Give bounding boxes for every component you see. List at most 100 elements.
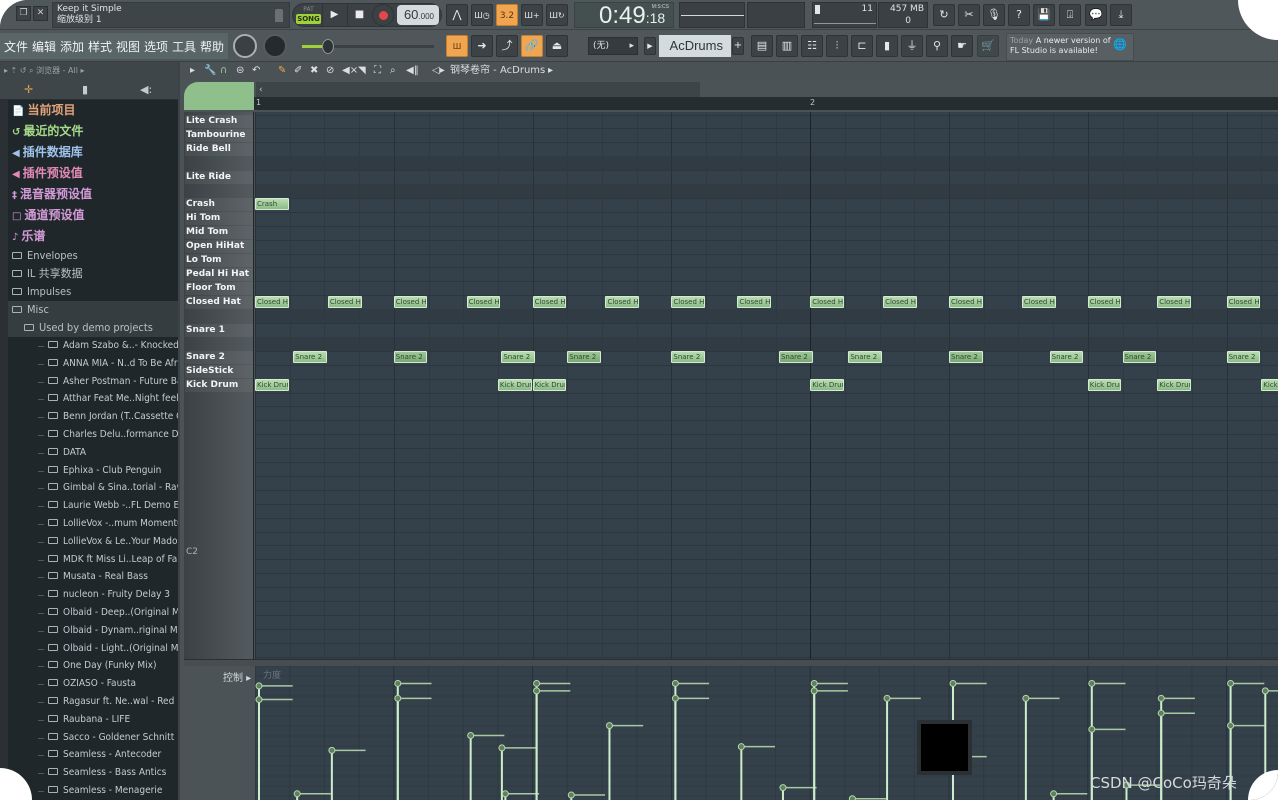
demo-project-folder[interactable]: Seamless - Antecoder [8, 746, 178, 764]
drum-key[interactable]: Tambourine [185, 128, 253, 142]
note[interactable]: Closed Hat [605, 295, 640, 308]
note[interactable]: Closed Hat [466, 295, 501, 308]
demo-project-folder[interactable]: Asher Postman - Future Bass [8, 373, 178, 391]
velocity-handle[interactable] [255, 682, 263, 690]
velocity-handle[interactable] [501, 790, 509, 798]
chat-button[interactable]: 💬 [1085, 4, 1107, 26]
demo-project-folder[interactable]: Seamless - Menagerie [8, 782, 178, 800]
touch-controller-button[interactable]: ⚲ [926, 35, 948, 57]
note[interactable]: Snare 2 [501, 351, 536, 364]
note[interactable]: Kick Drum [1157, 379, 1191, 392]
drum-key[interactable]: Closed Hat [185, 295, 253, 309]
note[interactable]: Snare 2 [1226, 351, 1261, 364]
note[interactable]: Snare 2 [778, 351, 813, 364]
undo-icon[interactable]: ↶ [252, 62, 260, 80]
demo-project-folder[interactable]: Benn Jordan (T..Cassette Cafe [8, 408, 178, 426]
undo-history-button[interactable]: ↻ [933, 4, 955, 26]
note[interactable]: Snare 2 [1122, 351, 1157, 364]
demo-project-folder[interactable]: Adam Szabo &..- Knocked Out [8, 337, 178, 355]
demo-project-folder[interactable]: Olbaid - Deep..(Original Mix) [8, 604, 178, 622]
note[interactable]: Kick Drum [1087, 379, 1122, 392]
velocity-handle[interactable] [255, 696, 263, 704]
play-mode-icon[interactable]: ⊜ [236, 62, 244, 80]
pat-song-toggle[interactable]: PAT SONG [296, 5, 321, 26]
help-button[interactable]: ? [1008, 4, 1030, 26]
velocity-handle[interactable] [1227, 679, 1235, 687]
speaker-mute-icon[interactable]: ◀× [342, 62, 358, 80]
note[interactable]: Kick Drum [532, 379, 567, 392]
channel-rack-button[interactable]: ☷ [801, 35, 823, 57]
velocity-handle[interactable] [1157, 709, 1165, 717]
arrow-button[interactable]: ➜ [471, 35, 493, 57]
browser-folder[interactable]: Misc [8, 301, 178, 319]
stamp-button[interactable]: ⏏ [546, 35, 568, 57]
news-panel[interactable]: Today A newer version of FL Studio is av… [1006, 33, 1134, 61]
note[interactable]: Kick Drum [497, 379, 532, 392]
loop-record-button[interactable]: Ш↻ [546, 4, 568, 26]
velocity-handle[interactable] [737, 743, 745, 751]
note[interactable]: Kick Drum [255, 379, 289, 392]
velocity-handle[interactable] [533, 679, 541, 687]
browser-item[interactable]: ‡ 混音器预设值 [8, 184, 178, 205]
time-display[interactable]: 0:49:18 M:S:CS [574, 2, 674, 29]
close-icon[interactable]: ✕ [33, 6, 48, 21]
mixer-button[interactable]: ⫶ [826, 35, 848, 57]
wait-input-button[interactable]: Ш◷ [471, 4, 493, 26]
demo-project-folder[interactable]: OZIASO - Fausta [8, 675, 178, 693]
demo-project-folder[interactable]: Musata - Real Bass [8, 568, 178, 586]
pencil-icon[interactable]: ✎ [278, 62, 286, 80]
zoom-icon[interactable]: ⌕ [390, 62, 396, 80]
velocity-handle[interactable] [1261, 687, 1269, 695]
note[interactable]: Closed Hat [671, 295, 706, 308]
browser-item[interactable]: ◀ 插件预设值 [8, 163, 178, 184]
note[interactable]: Snare 2 [848, 351, 883, 364]
velocity-handle[interactable] [293, 790, 301, 798]
save-button[interactable]: 💾 [1033, 4, 1055, 26]
note-preview[interactable] [184, 82, 254, 110]
browser-item[interactable]: □ 通道预设值 [8, 205, 178, 226]
pin-icon[interactable] [275, 9, 283, 22]
control-lane-label[interactable]: 控制 ▸ [223, 669, 251, 684]
note[interactable]: Closed Hat [1157, 295, 1191, 308]
pattern-minimap[interactable]: ‹ [256, 82, 700, 97]
note[interactable]: Closed Hat [1021, 295, 1056, 308]
pattern-select[interactable]: (无) ▸ [588, 37, 638, 55]
velocity-handle[interactable] [328, 746, 336, 754]
timeline-ruler[interactable]: 1 2 [254, 97, 1278, 110]
drum-key[interactable]: Lite Ride [185, 170, 253, 184]
pointer-button[interactable]: ☛ [951, 35, 973, 57]
demo-project-folder[interactable]: ANNA MIA - N..d To Be Afraid [8, 355, 178, 373]
browser-button[interactable]: ⊏ [851, 35, 873, 57]
note[interactable]: Snare 2 [293, 351, 327, 364]
menu-view[interactable]: 视图 [116, 38, 140, 55]
browser-tab-all-icon[interactable]: ✛ [24, 83, 33, 96]
note[interactable]: Closed Hat [255, 295, 289, 308]
velocity-handle[interactable] [949, 679, 957, 687]
drum-key[interactable]: Hi Tom [185, 212, 253, 226]
drum-key[interactable]: Open HiHat [185, 240, 253, 254]
demo-project-folder[interactable]: Gimbal & Sina..torial - RawFL [8, 479, 178, 497]
velocity-handle[interactable] [394, 679, 402, 687]
menu-file[interactable]: 文件 [4, 38, 28, 55]
wrench-icon[interactable]: 🔧 [204, 62, 216, 80]
mute-tool-icon[interactable]: ⊘ [326, 62, 334, 80]
drum-key[interactable]: Lite Crash [185, 115, 253, 128]
master-pitch-knob[interactable] [263, 34, 287, 58]
channel-prev-button[interactable]: ▶ [644, 37, 656, 55]
demo-project-folder[interactable]: MDK ft Miss Li..Leap of Faith [8, 551, 178, 569]
note-grid[interactable]: Crash Closed Hat Closed Hat Closed Hat Close… [255, 112, 1278, 659]
note[interactable]: Closed Hat [327, 295, 362, 308]
velocity-handle[interactable] [1050, 790, 1058, 798]
add-channel-button[interactable]: + [732, 37, 744, 55]
note[interactable]: Closed Hat [393, 295, 428, 308]
record-button[interactable] [372, 4, 394, 26]
demo-project-folder[interactable]: One Day (Funky Mix) [8, 657, 178, 675]
brush-icon[interactable]: ✐ [294, 62, 302, 80]
demo-project-folder[interactable]: Ragasur ft. Ne..wal - Red Rani [8, 693, 178, 711]
velocity-handle[interactable] [883, 694, 891, 702]
browser-folder[interactable]: IL 共享数据 [8, 265, 178, 283]
demo-project-folder[interactable]: Ephixa - Club Penguin [8, 462, 178, 480]
note[interactable]: Snare 2 [1049, 351, 1084, 364]
velocity-handle[interactable] [848, 795, 856, 800]
note[interactable]: Snare 2 [671, 351, 706, 364]
